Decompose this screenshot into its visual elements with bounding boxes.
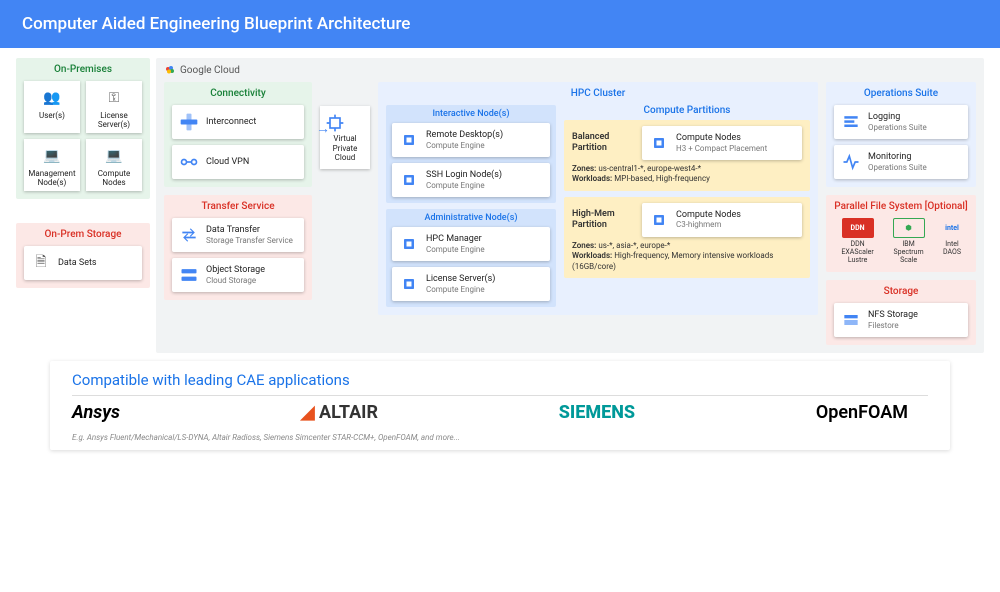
data-transfer-card: Data TransferStorage Transfer Service	[172, 218, 304, 252]
object-storage-card: Object StorageCloud Storage	[172, 258, 304, 292]
filestore-icon	[840, 309, 862, 331]
document-icon: 🗎	[30, 252, 52, 274]
vpc-card: Virtual Private Cloud	[320, 106, 370, 169]
laptop-icon: 💻	[41, 145, 63, 167]
hpc-section: HPC Cluster Interactive Node(s) Remote D…	[378, 82, 818, 315]
pfs-section: Parallel File System [Optional] DDN DDN …	[826, 195, 976, 272]
altair-logo: ◢ ALTAIR	[301, 402, 378, 423]
connectivity-section: Connectivity Interconnect Cloud VPN	[164, 82, 312, 187]
ibm-logo-icon: ⬢	[893, 218, 925, 238]
nfs-storage-card: NFS StorageFilestore	[834, 303, 968, 337]
connectivity-title: Connectivity	[172, 88, 304, 99]
highmem-nodes-card: Compute NodesC3-highmem	[642, 203, 802, 237]
highmem-partition: High-Mem Partition Compute NodesC3-highm…	[564, 197, 810, 278]
chip-icon	[398, 129, 420, 151]
onprem-users: 👥 User(s)	[24, 81, 80, 133]
interactive-nodes-section: Interactive Node(s) Remote Desktop(s)Com…	[386, 105, 556, 203]
cloudvpn-card: Cloud VPN	[172, 145, 304, 179]
onprem-compute: 💻 Compute Nodes	[86, 139, 142, 191]
onprem-mgmt: 💻 Management Node(s)	[24, 139, 80, 191]
datasets-card: 🗎 Data Sets	[24, 246, 142, 280]
license-server-card: License Server(s)Compute Engine	[392, 267, 550, 301]
footer-note: E.g. Ansys Fluent/Mechanical/LS-DYNA, Al…	[72, 433, 928, 442]
balanced-nodes-card: Compute NodesH3 + Compact Placement	[642, 126, 802, 160]
chip-icon	[648, 132, 670, 154]
onprem-storage-section: On-Prem Storage 🗎 Data Sets	[16, 223, 150, 288]
ddn-logo-icon: DDN	[842, 218, 874, 238]
ansys-logo: Ansys	[72, 402, 120, 423]
remote-desktop-card: Remote Desktop(s)Compute Engine	[392, 123, 550, 157]
pfs-ddn: DDN DDN EXAScaler Lustre	[834, 218, 881, 264]
architecture-diagram: On-Premises 👥 User(s) ⚿ License Server(s…	[0, 48, 1000, 353]
admin-nodes-section: Administrative Node(s) HPC ManagerComput…	[386, 209, 556, 307]
chip-icon	[398, 169, 420, 191]
vpn-icon	[178, 151, 200, 173]
transfer-icon	[178, 224, 200, 246]
siemens-logo: SIEMENS	[559, 402, 635, 423]
users-icon: 👥	[41, 87, 63, 109]
monitoring-card: MonitoringOperations Suite	[834, 145, 968, 179]
google-cloud-label: Google Cloud	[164, 64, 976, 76]
page-title: Computer Aided Engineering Blueprint Arc…	[0, 0, 1000, 48]
google-cloud-logo-icon	[164, 64, 176, 76]
logging-icon	[840, 111, 862, 133]
onprem-title: On-Premises	[24, 64, 142, 75]
openfoam-logo: OpenFOAM	[816, 402, 908, 423]
transfer-title: Transfer Service	[172, 201, 304, 212]
highmem-meta: Zones: us-*, asia-*, europe-* Workloads:…	[572, 241, 802, 272]
balanced-meta: Zones: us-central1-*, europe-west4-* Wor…	[572, 164, 802, 185]
onprem-storage-title: On-Prem Storage	[24, 229, 142, 240]
key-icon: ⚿	[103, 87, 125, 109]
chip-icon	[398, 273, 420, 295]
ops-title: Operations Suite	[834, 88, 968, 99]
chip-icon	[648, 209, 670, 231]
laptop-icon: 💻	[103, 145, 125, 167]
admin-title: Administrative Node(s)	[392, 213, 550, 223]
storage-icon	[178, 264, 200, 286]
footer-title: Compatible with leading CAE applications	[72, 371, 928, 389]
balanced-partition: Balanced Partition Compute NodesH3 + Com…	[564, 120, 810, 191]
storage-title: Storage	[834, 286, 968, 297]
logging-card: LoggingOperations Suite	[834, 105, 968, 139]
ops-section: Operations Suite LoggingOperations Suite…	[826, 82, 976, 187]
footer-section: Compatible with leading CAE applications…	[50, 361, 950, 450]
hpc-manager-card: HPC ManagerCompute Engine	[392, 227, 550, 261]
intel-logo-icon: intel	[936, 218, 968, 238]
interconnect-icon	[178, 111, 200, 133]
chip-icon	[398, 233, 420, 255]
interactive-title: Interactive Node(s)	[392, 109, 550, 119]
google-cloud-section: Google Cloud Connectivity Interconnect C…	[156, 58, 984, 353]
hpc-title: HPC Cluster	[386, 88, 810, 99]
storage-section: Storage NFS StorageFilestore	[826, 280, 976, 345]
compute-partitions-title: Compute Partitions	[564, 105, 810, 116]
pfs-ibm: ⬢ IBM Spectrum Scale	[887, 218, 930, 264]
pfs-intel: intel Intel DAOS	[936, 218, 968, 264]
transfer-section: Transfer Service Data TransferStorage Tr…	[164, 195, 312, 300]
ssh-login-card: SSH Login Node(s)Compute Engine	[392, 163, 550, 197]
interconnect-card: Interconnect	[172, 105, 304, 139]
onprem-license: ⚿ License Server(s)	[86, 81, 142, 133]
onprem-section: On-Premises 👥 User(s) ⚿ License Server(s…	[16, 58, 150, 199]
monitoring-icon	[840, 151, 862, 173]
pfs-title: Parallel File System [Optional]	[834, 201, 968, 212]
arrow-icon: →	[316, 120, 330, 137]
